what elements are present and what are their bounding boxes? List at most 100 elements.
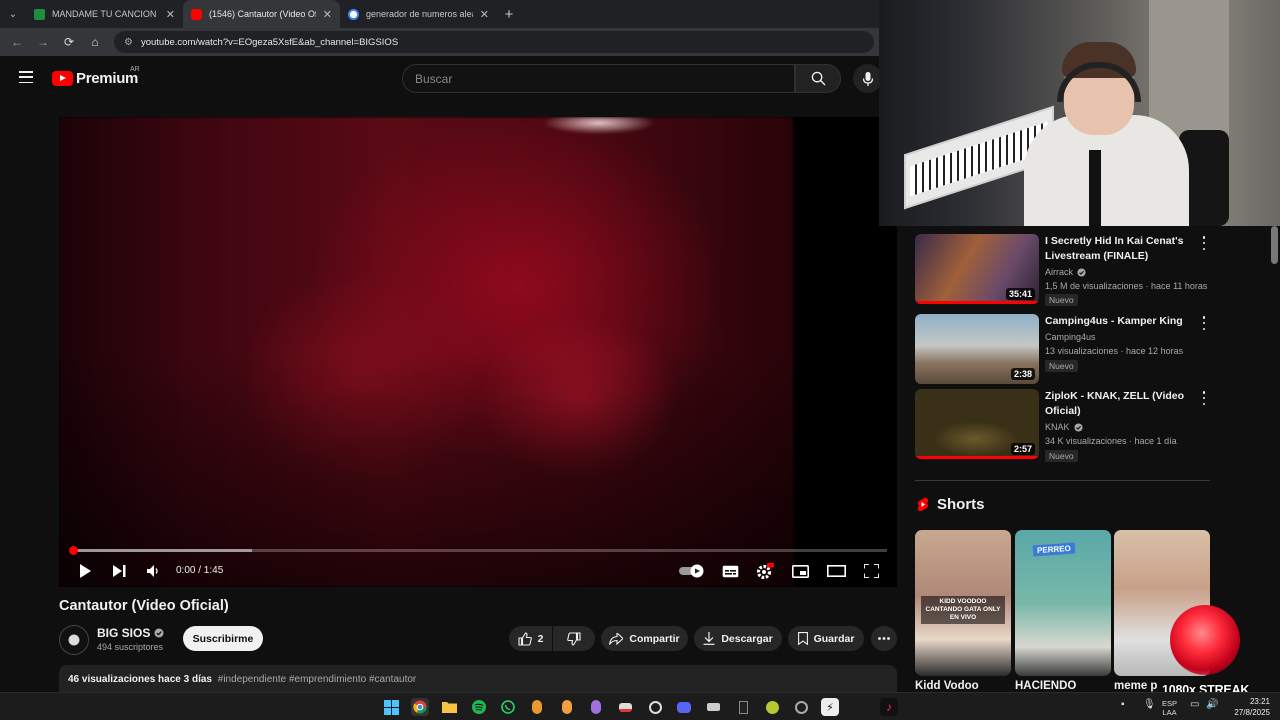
more-vertical-icon[interactable] bbox=[1201, 316, 1207, 330]
new-badge: Nuevo bbox=[1045, 360, 1078, 372]
video-thumbnail[interactable]: 2:57 bbox=[915, 389, 1039, 459]
channel-name-link[interactable]: BIG SIOS bbox=[97, 626, 164, 640]
spotify-icon[interactable] bbox=[470, 698, 488, 716]
discord-icon[interactable] bbox=[675, 698, 693, 716]
views-and-date: 46 visualizaciones hace 3 días bbox=[68, 674, 212, 685]
app-icon-9[interactable] bbox=[792, 698, 810, 716]
hashtags[interactable]: #independiente #emprendimiento #cantauto… bbox=[218, 674, 416, 685]
recommended-video-2[interactable]: 2:38 Camping4us - Kamper King Camping4us… bbox=[915, 314, 1215, 384]
browser-tab-3[interactable]: generador de numeros aleatori ✕ bbox=[340, 0, 497, 28]
file-explorer-icon[interactable] bbox=[440, 698, 458, 716]
like-button[interactable]: 2 bbox=[509, 626, 552, 651]
short-title-1[interactable]: Kidd Vodoo bbox=[915, 680, 1011, 692]
site-info-icon[interactable]: ⚙ bbox=[124, 37, 133, 48]
theater-mode-button[interactable] bbox=[826, 560, 846, 582]
app-icon-1[interactable] bbox=[528, 698, 546, 716]
save-button[interactable]: Guardar bbox=[788, 626, 864, 651]
youtube-premium-logo[interactable]: Premium AR bbox=[52, 66, 140, 87]
tray-microphone-icon[interactable]: 🎙 bbox=[1143, 700, 1156, 710]
browser-tab-2[interactable]: (1546) Cantautor (Video Oficial ✕ bbox=[183, 0, 340, 28]
tab-close-icon[interactable]: ✕ bbox=[480, 8, 489, 21]
recommended-channel[interactable]: KNAK bbox=[1045, 420, 1083, 434]
description-box[interactable]: 46 visualizaciones hace 3 días #independ… bbox=[59, 665, 897, 695]
app-icon-10[interactable]: ⚡ bbox=[821, 698, 839, 716]
tab-close-icon[interactable]: ✕ bbox=[323, 8, 332, 21]
download-button[interactable]: Descargar bbox=[694, 626, 782, 651]
subtitles-button[interactable] bbox=[721, 560, 739, 582]
system-clock[interactable]: 23:21 27/8/2025 bbox=[1226, 696, 1270, 718]
clock-date: 27/8/2025 bbox=[1234, 708, 1270, 717]
subscribe-button[interactable]: Suscribirme bbox=[183, 626, 263, 651]
recommended-video-3[interactable]: 2:57 ZiploK - KNAK, ZELL (Video Oficial)… bbox=[915, 389, 1215, 462]
play-button[interactable] bbox=[77, 560, 93, 582]
shorts-section-header: Shorts bbox=[917, 496, 985, 513]
share-button[interactable]: Compartir bbox=[601, 626, 688, 651]
browser-toolbar: ← → ⟳ ⌂ ⚙ youtube.com/watch?v=EOgeza5Xsf… bbox=[0, 28, 880, 56]
video-thumbnail[interactable]: 2:38 bbox=[915, 314, 1039, 384]
video-player[interactable]: 0:00 / 1:45 bbox=[59, 117, 897, 587]
short-title-3[interactable]: meme p bbox=[1114, 680, 1164, 692]
video-thumbnail[interactable]: 35:41 bbox=[915, 234, 1039, 304]
share-label: Compartir bbox=[629, 632, 680, 645]
verified-check-icon bbox=[1073, 422, 1083, 432]
whatsapp-icon[interactable] bbox=[499, 698, 517, 716]
dislike-button[interactable] bbox=[553, 626, 595, 651]
voice-search-button[interactable] bbox=[853, 64, 882, 93]
channel-name: KNAK bbox=[1045, 422, 1070, 432]
back-arrow-icon[interactable]: ← bbox=[6, 31, 28, 53]
chrome-taskbar-icon[interactable] bbox=[411, 698, 429, 716]
tab-search-chevron-icon[interactable]: ⌄ bbox=[0, 0, 26, 28]
reload-icon[interactable]: ⟳ bbox=[58, 31, 80, 53]
tray-app-icon[interactable]: ▪ bbox=[1121, 700, 1125, 710]
app-icon-3[interactable] bbox=[587, 698, 605, 716]
section-divider bbox=[915, 480, 1210, 481]
windows-taskbar: ⚡ ♪ ▪ 🎙 ESP LAA ▭ 🔊 23:21 27/8/2025 bbox=[0, 692, 1280, 720]
channel-avatar[interactable] bbox=[59, 625, 89, 655]
app-icon-2[interactable] bbox=[558, 698, 576, 716]
recommended-channel[interactable]: Airrack bbox=[1045, 265, 1086, 279]
verified-check-icon bbox=[154, 628, 164, 638]
search-button[interactable] bbox=[795, 64, 841, 93]
more-actions-button[interactable] bbox=[871, 626, 897, 651]
short-thumbnail-2[interactable]: PERREO bbox=[1015, 530, 1111, 676]
channel-name: BIG SIOS bbox=[97, 626, 151, 640]
windows-start-icon[interactable] bbox=[382, 698, 400, 716]
forward-arrow-icon[interactable]: → bbox=[32, 31, 54, 53]
tab-close-icon[interactable]: ✕ bbox=[166, 8, 175, 21]
short-title-2[interactable]: HACIENDO bbox=[1015, 680, 1111, 692]
settings-button[interactable] bbox=[756, 560, 774, 582]
scrollbar-thumb[interactable] bbox=[1271, 226, 1278, 264]
browser-tab-1[interactable]: MANDAME TU CANCION o BE ✕ bbox=[26, 0, 183, 28]
miniplayer-button[interactable] bbox=[791, 560, 809, 582]
new-tab-plus-icon[interactable]: + bbox=[497, 6, 521, 23]
address-bar[interactable]: ⚙ youtube.com/watch?v=EOgeza5XsfE&ab_cha… bbox=[114, 31, 874, 53]
language-indicator[interactable]: ESP LAA bbox=[1162, 699, 1177, 717]
app-icon-5[interactable] bbox=[646, 698, 664, 716]
app-icon-4[interactable] bbox=[616, 698, 634, 716]
progress-bar[interactable] bbox=[69, 546, 887, 555]
menu-hamburger-icon[interactable] bbox=[19, 71, 33, 83]
short-thumbnail-1[interactable]: KIDD VOODOO CANTANDO GATA ONLY EN VIVO bbox=[915, 530, 1011, 676]
thumbs-down-icon bbox=[567, 631, 581, 646]
recommended-video-1[interactable]: 35:41 I Secretly Hid In Kai Cenat's Live… bbox=[915, 234, 1215, 306]
app-icon-8[interactable] bbox=[763, 698, 781, 716]
tiktok-icon[interactable]: ♪ bbox=[880, 698, 898, 716]
mute-button[interactable] bbox=[145, 560, 161, 582]
siren-light-icon bbox=[1170, 605, 1240, 675]
app-icon-6[interactable] bbox=[704, 698, 722, 716]
next-button[interactable] bbox=[111, 560, 127, 582]
scrubber-handle[interactable] bbox=[69, 546, 78, 555]
volume-tray-icon[interactable]: 🔊 bbox=[1206, 700, 1218, 710]
app-icon-7[interactable] bbox=[734, 698, 752, 716]
home-icon[interactable]: ⌂ bbox=[84, 31, 106, 53]
recommended-channel[interactable]: Camping4us bbox=[1045, 330, 1096, 344]
autoplay-toggle[interactable] bbox=[679, 560, 707, 582]
more-horizontal-icon bbox=[878, 637, 890, 640]
network-icon[interactable]: ▭ bbox=[1190, 700, 1199, 710]
more-vertical-icon[interactable] bbox=[1201, 391, 1207, 405]
more-vertical-icon[interactable] bbox=[1201, 236, 1207, 250]
fullscreen-button[interactable] bbox=[862, 560, 880, 582]
video-gradient bbox=[59, 117, 793, 587]
search-input[interactable]: Buscar bbox=[402, 64, 795, 93]
youtube-favicon-icon bbox=[191, 8, 202, 20]
